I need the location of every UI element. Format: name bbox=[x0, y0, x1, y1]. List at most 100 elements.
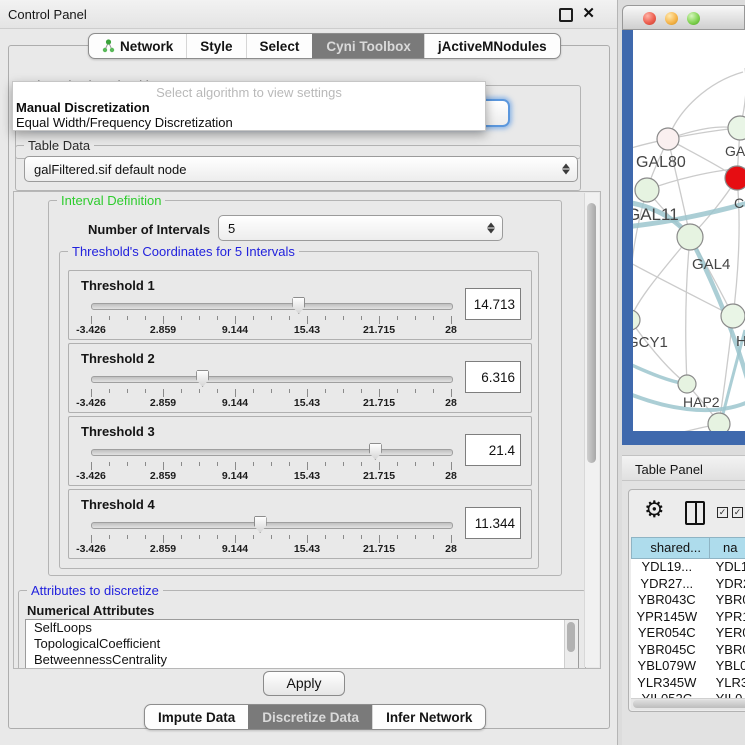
settings-scrollbar-thumb[interactable] bbox=[587, 203, 596, 463]
threshold-panel-3: Threshold 3-3.4262.8599.14415.4321.71528… bbox=[68, 416, 532, 486]
tab-network[interactable]: Network bbox=[89, 34, 186, 58]
threshold-slider-handle[interactable] bbox=[254, 516, 267, 533]
network-node-gcy1[interactable] bbox=[633, 310, 640, 330]
column-header-name[interactable]: na bbox=[710, 537, 745, 559]
cell-name: YBR0 bbox=[703, 592, 745, 609]
table-row[interactable]: YBR043CYBR0 bbox=[631, 592, 745, 609]
table-row[interactable]: YBL079WYBL0 bbox=[631, 658, 745, 675]
threshold-value-input[interactable]: 14.713 bbox=[465, 288, 521, 320]
table-panel-area: ⚙ ✓ ✓ shared... na YDL19...YDL1YDR27...Y… bbox=[622, 481, 745, 745]
top-tabstrip: NetworkStyle Select Cyni ToolboxjActiveMNo… bbox=[88, 33, 561, 59]
network-view-frame: GAL80GAL11GAL4GCY1HHAP2GAC bbox=[622, 30, 745, 445]
tab-discretize-data[interactable]: Discretize Data bbox=[248, 705, 372, 729]
attribute-item-selfloops[interactable]: SelfLoops bbox=[26, 620, 578, 636]
network-edge[interactable] bbox=[633, 424, 719, 431]
slider-scale-labels: -3.4262.8599.14415.4321.71528 bbox=[91, 543, 452, 554]
network-node-gal11[interactable] bbox=[635, 178, 659, 202]
zoom-window-icon[interactable] bbox=[687, 12, 700, 25]
network-node-hap2[interactable] bbox=[678, 375, 696, 393]
settings-scrollbar[interactable] bbox=[584, 193, 599, 667]
threshold-value-input[interactable]: 21.4 bbox=[465, 434, 521, 466]
tab-label: Infer Network bbox=[386, 710, 472, 725]
tab-infer-network[interactable]: Infer Network bbox=[372, 705, 485, 729]
table-row[interactable]: YIL052CYIL0 bbox=[631, 691, 745, 698]
checkbox-icon[interactable]: ✓ bbox=[732, 507, 743, 518]
node-table-box: ⚙ ✓ ✓ shared... na YDL19...YDL1YDR27...Y… bbox=[628, 489, 745, 712]
threshold-slider-handle[interactable] bbox=[369, 443, 382, 460]
table-body: YDL19...YDL1YDR27...YDR2YBR043CYBR0YPR14… bbox=[631, 559, 745, 698]
algorithm-dropdown-hint: Select algorithm to view settings bbox=[13, 82, 485, 100]
network-node-gal4[interactable] bbox=[677, 224, 703, 250]
tab-cyni-toolbox[interactable]: Cyni Toolbox bbox=[312, 34, 424, 58]
algorithm-option-manual-discretization[interactable]: Manual Discretization bbox=[13, 100, 485, 115]
column-header-shared-name[interactable]: shared... bbox=[631, 537, 710, 559]
node-label: GAL11 bbox=[633, 205, 679, 224]
minimize-window-icon[interactable] bbox=[665, 12, 678, 25]
threshold-slider-handle[interactable] bbox=[196, 370, 209, 387]
threshold-slider-handle[interactable] bbox=[292, 297, 305, 314]
table-data-value: galFiltered.sif default node bbox=[34, 162, 186, 177]
table-row[interactable]: YER054CYER0 bbox=[631, 625, 745, 642]
tab-jactivemnodules[interactable]: jActiveMNodules bbox=[424, 34, 560, 58]
split-view-icon[interactable] bbox=[685, 501, 705, 525]
attribute-item-topologicalcoefficient[interactable]: TopologicalCoefficient bbox=[26, 636, 578, 652]
cell-name: YPR1 bbox=[703, 609, 745, 626]
cell-name: YDR2 bbox=[703, 576, 745, 593]
cell-shared-name: YBR045C bbox=[631, 642, 703, 659]
network-node[interactable] bbox=[725, 166, 745, 190]
table-data-group-title: Table Data bbox=[24, 138, 94, 153]
table-data-select[interactable]: galFiltered.sif default node bbox=[24, 156, 578, 182]
interval-definition-group: Interval Definition Number of Intervals … bbox=[48, 200, 562, 576]
attributes-group-title: Attributes to discretize bbox=[27, 583, 163, 598]
network-edge[interactable] bbox=[633, 237, 690, 320]
slider-scale-labels: -3.4262.8599.14415.4321.71528 bbox=[91, 324, 452, 335]
table-h-scrollbar[interactable] bbox=[631, 698, 745, 710]
tab-style[interactable]: Style bbox=[186, 34, 245, 58]
table-row[interactable]: YDL19...YDL1 bbox=[631, 559, 745, 576]
cell-name: YBL0 bbox=[703, 658, 745, 675]
threshold-panel-2: Threshold 2-3.4262.8599.14415.4321.71528… bbox=[68, 343, 532, 413]
threshold-label: Threshold 3 bbox=[81, 424, 155, 439]
threshold-slider-track[interactable] bbox=[91, 376, 453, 383]
table-data-group: Table Data galFiltered.sif default node bbox=[15, 145, 581, 191]
cell-shared-name: YER054C bbox=[631, 625, 703, 642]
thresholds-group: Threshold's Coordinates for 5 Intervals … bbox=[59, 251, 539, 569]
threshold-label: Threshold 2 bbox=[81, 351, 155, 366]
table-row[interactable]: YLR345WYLR3 bbox=[631, 675, 745, 692]
attributes-scrollbar[interactable] bbox=[564, 620, 578, 669]
cell-shared-name: YBL079W bbox=[631, 658, 703, 675]
tab-select[interactable]: Select bbox=[246, 34, 313, 58]
threshold-value-input[interactable]: 6.316 bbox=[465, 361, 521, 393]
checkbox-icon[interactable]: ✓ bbox=[717, 507, 728, 518]
network-node-gal80[interactable] bbox=[657, 128, 679, 150]
network-icon bbox=[102, 39, 115, 53]
number-of-intervals-select[interactable]: 5 bbox=[218, 215, 503, 241]
apply-button[interactable]: Apply bbox=[263, 671, 345, 696]
close-window-icon[interactable] bbox=[643, 12, 656, 25]
close-panel-icon[interactable]: ✕ bbox=[582, 4, 595, 22]
stepper-icon bbox=[562, 164, 570, 175]
table-row[interactable]: YBR045CYBR0 bbox=[631, 642, 745, 659]
cyni-toolbox-content: Discretization Algorithm Table Data galF… bbox=[8, 45, 610, 729]
attributes-group: Attributes to discretize Numerical Attri… bbox=[18, 590, 586, 669]
tab-label: Select bbox=[260, 39, 300, 54]
table-row[interactable]: YDR27...YDR2 bbox=[631, 576, 745, 593]
network-node[interactable] bbox=[708, 413, 730, 431]
network-edge[interactable] bbox=[633, 320, 687, 384]
algorithm-option-equal-width-frequency-discretization[interactable]: Equal Width/Frequency Discretization bbox=[13, 115, 485, 130]
threshold-panel-4: Threshold 4-3.4262.8599.14415.4321.71528… bbox=[68, 489, 532, 559]
tab-impute-data[interactable]: Impute Data bbox=[145, 705, 248, 729]
threshold-slider-track[interactable] bbox=[91, 449, 453, 456]
network-node-h[interactable] bbox=[721, 304, 745, 328]
threshold-slider-track[interactable] bbox=[91, 303, 453, 310]
network-canvas[interactable]: GAL80GAL11GAL4GCY1HHAP2GAC bbox=[633, 30, 745, 431]
attribute-item-betweennesscentrality[interactable]: BetweennessCentrality bbox=[26, 652, 578, 668]
threshold-value-input[interactable]: 11.344 bbox=[465, 507, 521, 539]
threshold-slider-track[interactable] bbox=[91, 522, 453, 529]
table-row[interactable]: YPR145WYPR1 bbox=[631, 609, 745, 626]
network-edge[interactable] bbox=[686, 237, 690, 384]
network-node[interactable] bbox=[728, 116, 745, 140]
float-window-icon[interactable] bbox=[559, 8, 573, 22]
gear-icon[interactable]: ⚙ bbox=[644, 496, 665, 523]
cell-shared-name: YBR043C bbox=[631, 592, 703, 609]
